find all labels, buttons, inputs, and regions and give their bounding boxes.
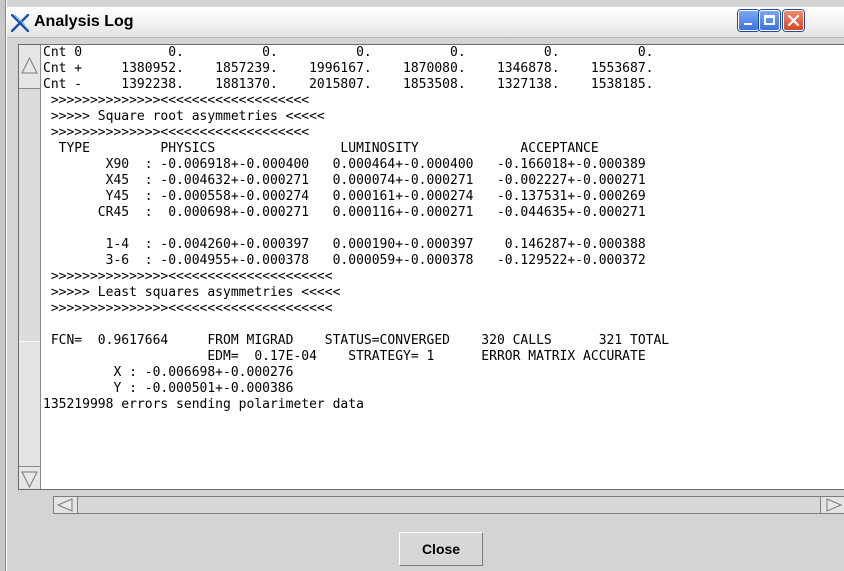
vertical-scrollbar[interactable] [19, 45, 41, 489]
x-logo-icon [10, 13, 30, 33]
log-line: >>>>>>>>>>>>>>><<<<<<<<<<<<<<<<<<<<< [43, 301, 333, 316]
triangle-left-icon [56, 498, 73, 512]
triangle-down-icon [21, 471, 38, 489]
log-line: >>>>>>>>>>>>>>><<<<<<<<<<<<<<<<<<<<< [43, 269, 333, 284]
scroll-up-button[interactable] [19, 45, 40, 89]
log-line: CR45 : 0.000698+-0.000271 0.000116+-0.00… [43, 205, 646, 220]
log-line: 3-6 : -0.004955+-0.000378 0.000059+-0.00… [43, 253, 646, 268]
log-line: Cnt + 1380952. 1857239. 1996167. 1870080… [43, 61, 654, 76]
analysis-log-text[interactable]: Cnt 0 0. 0. 0. 0. 0. 0. Cnt + 1380952. 1… [43, 45, 844, 489]
window-close-button[interactable] [783, 10, 804, 31]
title-bar: Analysis Log [7, 7, 844, 38]
maximize-button[interactable] [759, 10, 780, 31]
triangle-up-icon [21, 56, 38, 74]
minimize-button[interactable] [738, 10, 759, 31]
log-line: >>>>>>>>>>>>>><<<<<<<<<<<<<<<<<<< [43, 93, 310, 108]
vertical-scroll-track[interactable] [19, 89, 40, 384]
horizontal-scrollbar[interactable] [53, 496, 844, 514]
log-line: Y45 : -0.000558+-0.000274 0.000161+-0.00… [43, 189, 646, 204]
log-line: X90 : -0.006918+-0.000400 0.000464+-0.00… [43, 157, 646, 172]
log-line: >>>>>>>>>>>>>><<<<<<<<<<<<<<<<<<< [43, 125, 310, 140]
log-line: FCN= 0.9617664 FROM MIGRAD STATUS=CONVER… [43, 333, 670, 348]
triangle-right-icon [826, 498, 843, 512]
log-line: X45 : -0.004632+-0.000271 0.000074+-0.00… [43, 173, 646, 188]
log-line: X : -0.006698+-0.000276 [43, 365, 294, 380]
maximize-icon [764, 15, 775, 25]
log-line: Cnt - 1392238. 1881370. 2015807. 1853508… [43, 77, 654, 92]
analysis-log-window: Analysis Log Cnt 0 0. 0. 0. 0. 0. 0. Cnt… [6, 0, 844, 571]
log-line: EDM= 0.17E-04 STRATEGY= 1 ERROR MATRIX A… [43, 349, 646, 364]
log-line: >>>>> Least squares asymmetries <<<<< [43, 285, 341, 300]
log-line: Cnt 0 0. 0. 0. 0. 0. 0. [43, 45, 654, 60]
log-panel: Cnt 0 0. 0. 0. 0. 0. 0. Cnt + 1380952. 1… [18, 44, 844, 490]
log-line: TYPE PHYSICS LUMINOSITY ACCEPTANCE [43, 141, 599, 156]
log-line: 1-4 : -0.004260+-0.000397 0.000190+-0.00… [43, 237, 646, 252]
scroll-down-button[interactable] [19, 466, 40, 489]
log-line: Y : -0.000501+-0.000386 [43, 381, 294, 396]
close-icon [787, 14, 800, 27]
scroll-left-button[interactable] [54, 497, 78, 513]
vertical-scroll-thumb[interactable] [19, 341, 40, 468]
scroll-right-button[interactable] [820, 497, 844, 513]
minimize-icon [744, 23, 752, 25]
log-line: 135219998 errors sending polarimeter dat… [43, 397, 364, 412]
log-line: >>>>> Square root asymmetries <<<<< [43, 109, 325, 124]
close-button[interactable]: Close [399, 532, 483, 566]
window-title: Analysis Log [34, 13, 134, 30]
